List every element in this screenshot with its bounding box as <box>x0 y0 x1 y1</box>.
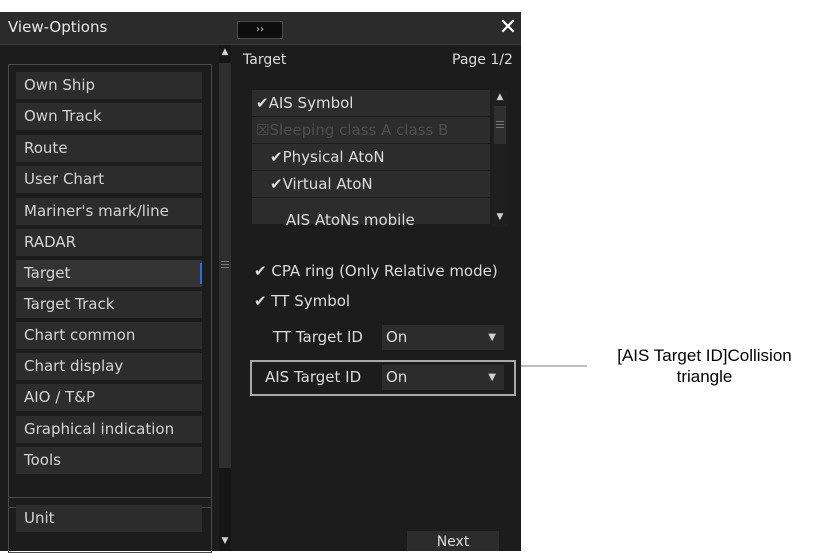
menu-item-chart-common[interactable]: Chart common <box>16 322 202 349</box>
ais-target-id-select[interactable]: On ▼ <box>382 365 504 390</box>
scroll-down-arrow-icon[interactable]: ▼ <box>219 536 231 546</box>
tt-target-id-label: TT Target ID <box>273 328 363 346</box>
menu-item-chart-display[interactable]: Chart display <box>16 353 202 380</box>
check-icon[interactable]: ✔ <box>252 94 269 112</box>
callout-leader-line <box>521 365 587 367</box>
list-item-label: AIS AtoNs mobile <box>286 211 415 227</box>
list-item-label: Physical AtoN <box>282 148 385 166</box>
list-item-sleeping-class: ☒Sleeping class A class B <box>252 117 490 144</box>
grip-line-icon <box>221 267 229 268</box>
tt-symbol-label: TT Symbol <box>271 292 351 310</box>
grip-line-icon <box>496 121 504 122</box>
scroll-up-arrow-icon[interactable]: ▲ <box>219 47 231 57</box>
list-item-virtual-aton[interactable]: ✔Virtual AtoN <box>252 171 490 198</box>
close-button[interactable]: ✕ <box>496 14 520 42</box>
list-scrollbar-thumb[interactable] <box>494 106 506 144</box>
list-item-label: Sleeping class A class B <box>269 121 449 139</box>
menu-item-graphical-indication[interactable]: Graphical indication <box>16 416 202 443</box>
grip-line-icon <box>496 127 504 128</box>
menu-item-aio-tp[interactable]: AIO / T&P <box>16 384 202 411</box>
grip-line-icon <box>221 261 229 262</box>
panel-title: Target <box>243 52 287 68</box>
cpa-ring-label: CPA ring (Only Relative mode) <box>271 262 498 280</box>
menu-item-route[interactable]: Route <box>16 135 202 162</box>
list-item-label: AIS Symbol <box>268 94 354 112</box>
grip-line-icon <box>496 124 504 125</box>
menu-scrollbar-thumb[interactable] <box>219 63 231 468</box>
menu-item-target-track[interactable]: Target Track <box>16 291 202 318</box>
next-button[interactable]: Next <box>407 531 499 551</box>
menu-item-own-ship[interactable]: Own Ship <box>16 72 202 99</box>
tt-symbol-checkbox[interactable]: ✔ TT Symbol <box>254 292 350 310</box>
menu-item-target[interactable]: Target <box>16 260 202 287</box>
menu-item-own-track[interactable]: Own Track <box>16 103 202 130</box>
grip-line-icon <box>221 264 229 265</box>
list-item-ais-atons-mobile[interactable]: AIS AtoNs mobile <box>252 198 490 227</box>
menu-item-user-chart[interactable]: User Chart <box>16 166 202 193</box>
page-indicator: Page 1/2 <box>452 52 513 68</box>
chevron-down-icon: ▼ <box>488 332 496 343</box>
chevron-down-icon: ▼ <box>488 372 496 383</box>
check-icon[interactable]: ✔ <box>254 292 267 310</box>
ais-target-id-value: On <box>386 368 408 386</box>
menu-scrollbar[interactable]: ▲ ▼ <box>219 45 231 551</box>
list-item-label: Virtual AtoN <box>282 175 373 193</box>
ais-target-id-label: AIS Target ID <box>265 368 362 386</box>
tt-target-id-value: On <box>386 328 408 346</box>
window-title: View-Options <box>8 18 108 36</box>
view-options-window: View-Options ›› ✕ Own Ship Own Track Rou… <box>0 12 521 553</box>
menu-item-radar[interactable]: RADAR <box>16 229 202 256</box>
check-icon[interactable]: ✔ <box>254 262 267 280</box>
cpa-ring-checkbox[interactable]: ✔ CPA ring (Only Relative mode) <box>254 262 498 280</box>
check-icon[interactable]: ✔ <box>252 148 283 166</box>
tt-target-id-select[interactable]: On ▼ <box>382 325 504 350</box>
check-icon[interactable]: ✔ <box>252 175 283 193</box>
menu-item-unit[interactable]: Unit <box>16 505 202 532</box>
list-scrollbar[interactable]: ▲ ▼ <box>492 90 508 227</box>
disabled-check-icon: ☒ <box>256 121 270 139</box>
ais-options-list: ✔AIS Symbol ☒Sleeping class A class B ✔P… <box>252 90 492 227</box>
list-item-ais-symbol[interactable]: ✔AIS Symbol <box>252 90 490 117</box>
menu-item-mariners-mark-line[interactable]: Mariner's mark/line <box>16 198 202 225</box>
menu-item-tools[interactable]: Tools <box>16 447 202 474</box>
expand-button[interactable]: ›› <box>237 21 283 39</box>
list-item-physical-aton[interactable]: ✔Physical AtoN <box>252 144 490 171</box>
callout-text: [AIS Target ID]Collision triangle <box>617 346 792 386</box>
scroll-up-arrow-icon[interactable]: ▲ <box>494 92 506 102</box>
title-bar: View-Options ›› ✕ <box>0 12 521 45</box>
scroll-down-arrow-icon[interactable]: ▼ <box>494 212 506 222</box>
